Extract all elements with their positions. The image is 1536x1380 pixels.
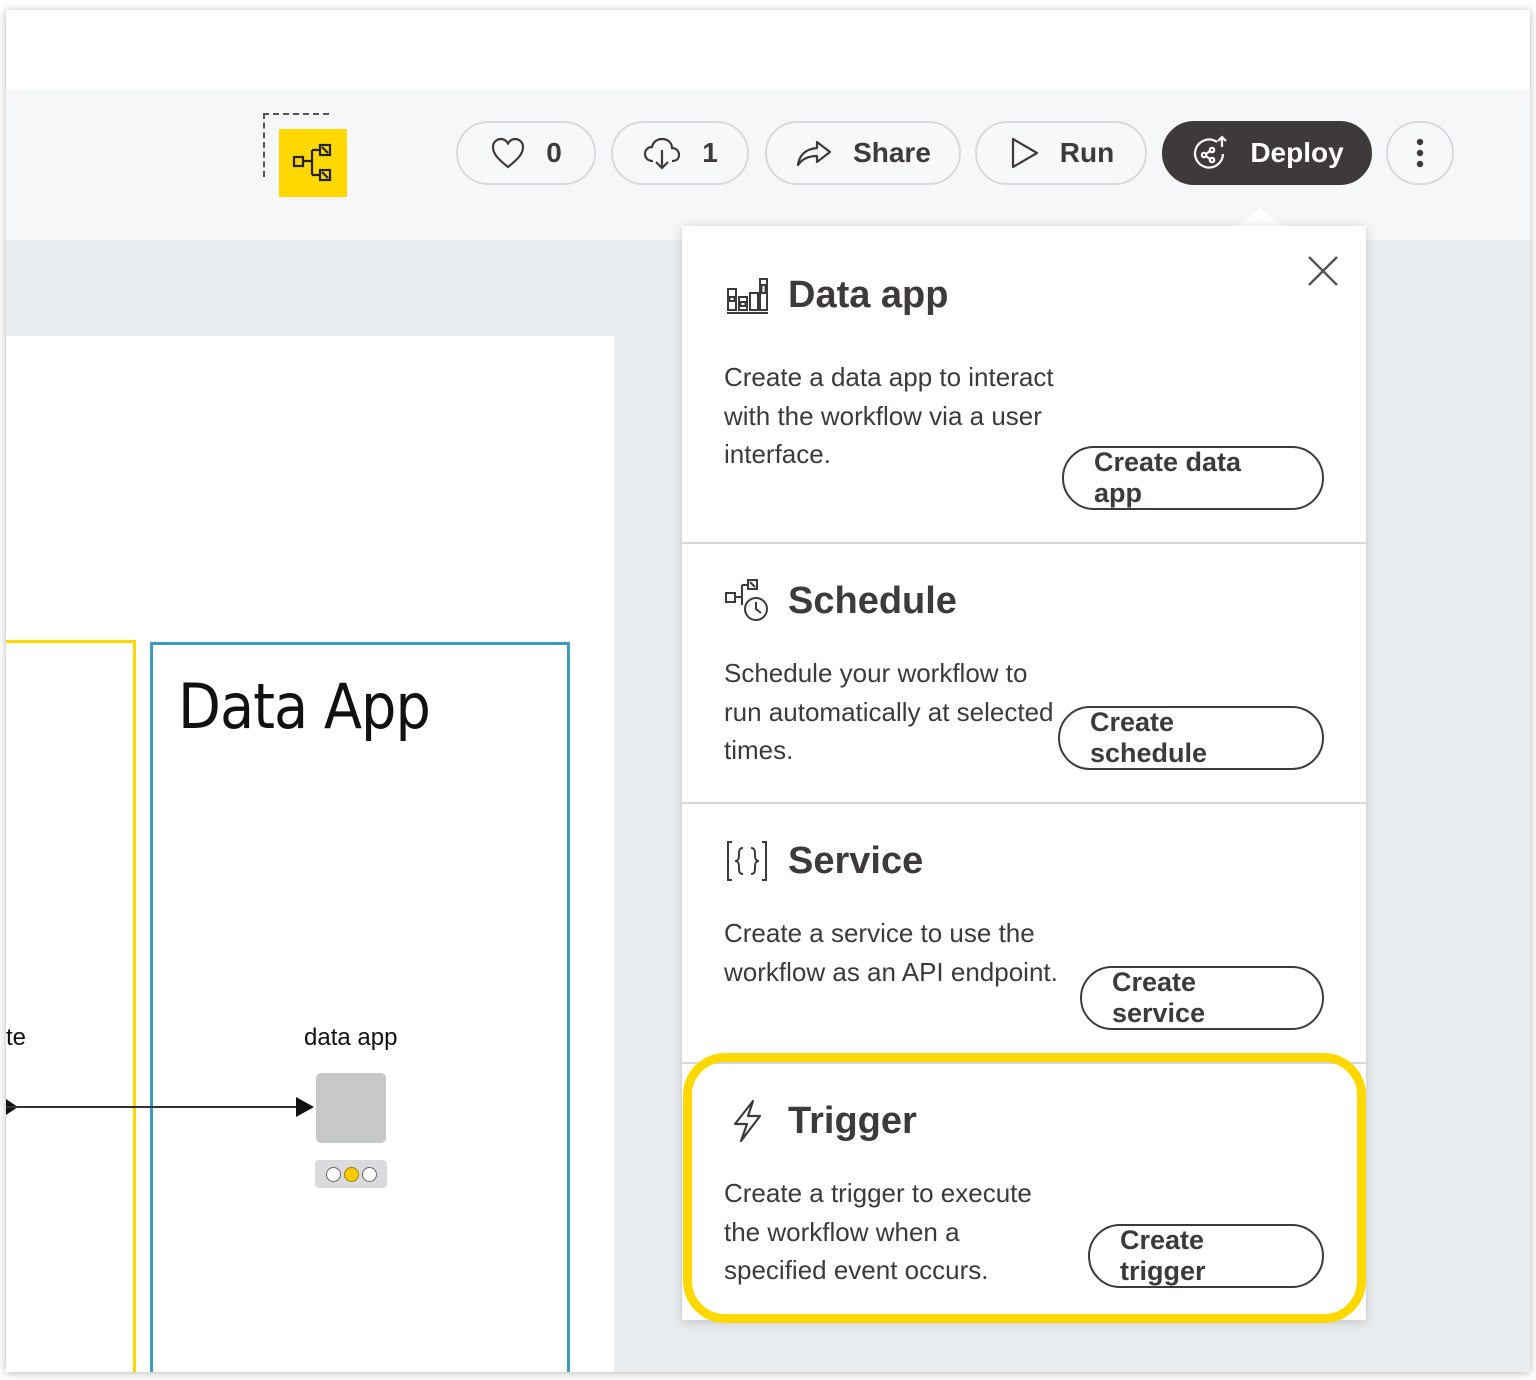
workflow-clock-icon — [724, 578, 770, 624]
bar-chart-icon — [724, 272, 770, 318]
section-trigger: Trigger Create a trigger to execute the … — [682, 1064, 1366, 1320]
play-icon — [1011, 137, 1038, 169]
deploy-button[interactable]: Deploy — [1162, 121, 1372, 185]
more-options-button[interactable] — [1386, 121, 1454, 185]
cloud-download-icon — [644, 137, 681, 170]
download-button[interactable]: 1 — [611, 121, 749, 185]
more-vertical-icon — [1416, 138, 1424, 168]
share-button[interactable]: Share — [765, 121, 961, 185]
create-schedule-button[interactable]: Create schedule — [1058, 706, 1324, 770]
section-title: Schedule — [788, 579, 957, 622]
like-button[interactable]: 0 — [456, 121, 596, 185]
workflow-icon — [279, 129, 347, 197]
section-title: Trigger — [788, 1099, 917, 1142]
section-schedule: Schedule Schedule your workflow to run a… — [682, 544, 1366, 804]
node-label: data app — [304, 1024, 398, 1051]
node-status-traffic-light — [315, 1160, 387, 1188]
section-data-app: Data app Create a data app to interact w… — [682, 226, 1366, 544]
section-title: Service — [788, 839, 924, 882]
node-label-left: te — [6, 1024, 27, 1051]
heart-icon — [492, 137, 525, 169]
status-dot-red — [325, 1166, 341, 1182]
status-dot-green — [361, 1166, 377, 1182]
annotation-yellow — [6, 640, 136, 1372]
section-description: Create a service to use the workflow as … — [724, 918, 1058, 987]
create-service-button[interactable]: Create service — [1080, 966, 1324, 1030]
create-data-app-button[interactable]: Create data app — [1062, 446, 1324, 510]
share-label: Share — [853, 137, 931, 168]
like-count: 0 — [546, 137, 562, 168]
run-label: Run — [1059, 137, 1115, 168]
braces-icon — [724, 838, 770, 884]
section-service: Service Create a service to use the work… — [682, 804, 1366, 1064]
run-button[interactable]: Run — [975, 121, 1147, 185]
deploy-icon — [1194, 135, 1228, 169]
component-node[interactable] — [316, 1073, 386, 1143]
section-description: Schedule your workflow to run automatica… — [724, 658, 1054, 765]
download-count: 1 — [702, 137, 718, 168]
deploy-menu-panel: Data app Create a data app to interact w… — [682, 226, 1366, 1320]
workflow-canvas[interactable]: Data App te data app — [6, 336, 614, 1372]
deploy-label: Deploy — [1250, 137, 1344, 168]
section-description: Create a data app to interact with the w… — [724, 362, 1054, 469]
create-trigger-button[interactable]: Create trigger — [1088, 1224, 1324, 1288]
section-title: Data app — [788, 273, 949, 316]
panel-pointer — [1236, 208, 1284, 228]
status-dot-yellow — [343, 1166, 359, 1182]
title-bar — [6, 10, 1530, 90]
section-description: Create a trigger to execute the workflow… — [724, 1178, 1032, 1285]
share-icon — [796, 140, 832, 167]
connection-line — [6, 1106, 302, 1108]
lightning-icon — [724, 1098, 770, 1144]
annotation-title: Data App — [178, 670, 431, 743]
connection-arrow — [296, 1097, 314, 1117]
annotation-data-app[interactable] — [150, 642, 570, 1372]
workflow-icon-badge[interactable] — [263, 113, 353, 203]
